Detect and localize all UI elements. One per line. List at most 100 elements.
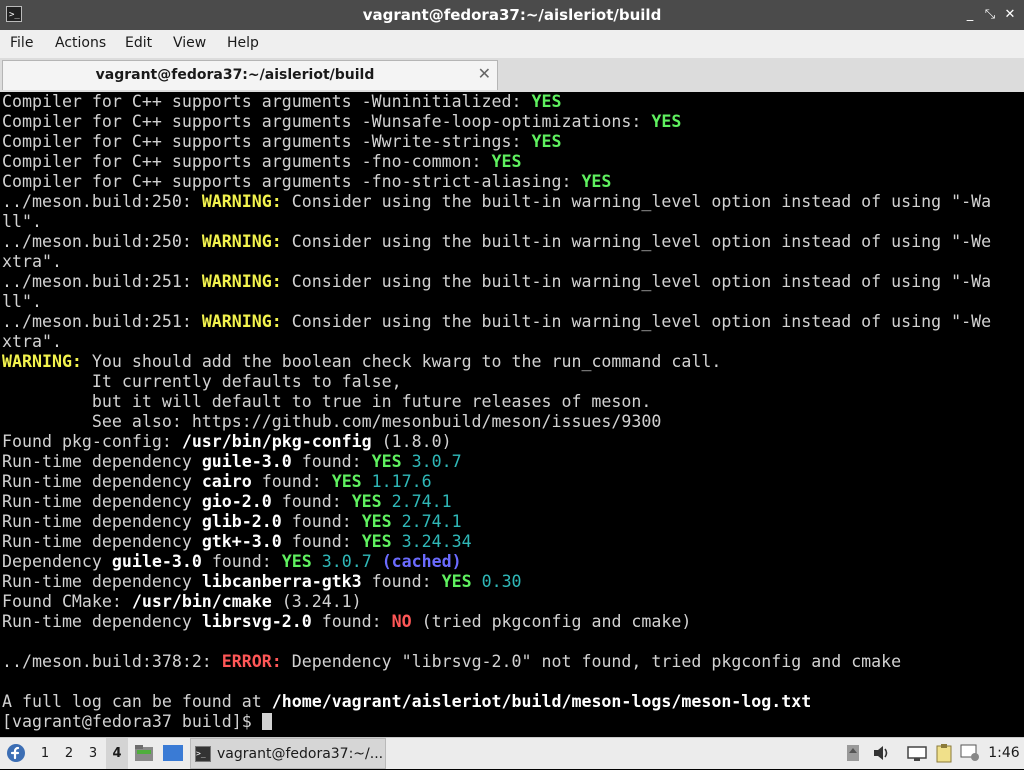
terminal-task-icon: >_ [195,746,211,762]
terminal-text: found: [271,492,352,511]
terminal-text: Consider using the built-in warning_leve… [281,232,992,251]
terminal-text: YES [331,472,362,491]
terminal-line: Compiler for C++ supports arguments -fno… [2,172,611,192]
taskbar: 1 2 3 4 >_ vagrant@fedora37:~/... 1:46 [0,737,1024,769]
minimize-button[interactable]: _ [960,5,980,25]
terminal-text: WARNING: [201,312,282,331]
terminal-text: NO [391,612,412,631]
terminal-text: WARNING: [201,192,282,211]
workspace-3[interactable]: 3 [84,738,102,769]
menu-view[interactable]: View [173,35,206,51]
maximize-button[interactable]: ⤡ [980,5,1000,25]
terminal-cursor [261,713,272,730]
terminal-text: cairo [201,472,252,491]
terminal-text: Compiler for C++ supports arguments -Wun… [2,92,532,111]
menu-file[interactable]: File [10,35,33,51]
terminal-text: found: [201,552,282,571]
terminal-text: YES [531,132,562,151]
terminal-line: ll". [2,292,42,312]
terminal-text: xtra". [2,252,62,271]
updates-icon[interactable] [846,744,860,762]
terminal-line: ../meson.build:251: WARNING: Consider us… [2,272,991,292]
terminal-text: Compiler for C++ supports arguments -Wun… [2,112,652,131]
terminal-text: /usr/bin/pkg-config [181,432,372,451]
terminal-text: It currently defaults to false, [2,372,402,391]
terminal-line: It currently defaults to false, [2,372,402,392]
terminal-line: WARNING: You should add the boolean chec… [2,352,721,372]
terminal-text: Run-time dependency [2,492,202,511]
terminal-line: ../meson.build:251: WARNING: Consider us… [2,312,991,332]
terminal-text: ll". [2,212,42,231]
terminal-text: Run-time dependency [2,572,202,591]
close-button[interactable]: ✕ [1000,5,1020,25]
terminal-text: YES [371,452,402,471]
tab-close-icon[interactable]: ✕ [478,64,491,83]
terminal-line: Run-time dependency librsvg-2.0 found: N… [2,612,691,632]
terminal-text: YES [281,552,312,571]
terminal-text: found: [311,612,392,631]
terminal-text: guile-3.0 [111,552,202,571]
terminal-text: Run-time dependency [2,612,202,631]
terminal-text: gio-2.0 [201,492,272,511]
terminal-text: Compiler for C++ supports arguments -Wwr… [2,132,532,151]
terminal-text: Dependency "librsvg-2.0" not found, trie… [281,652,902,671]
terminal-text: ll". [2,292,42,311]
terminal-text: 3.24.34 [391,532,472,551]
terminal-text: (cached) [371,552,462,571]
terminal-line: xtra". [2,252,62,272]
terminal-line: Run-time dependency gtk+-3.0 found: YES … [2,532,472,552]
taskbar-terminal-task[interactable]: >_ vagrant@fedora37:~/... [190,738,386,769]
terminal-text: A full log can be found at [2,692,272,711]
fedora-menu-icon[interactable] [6,743,26,763]
terminal-text: See also: https://github.com/mesonbuild/… [2,412,662,431]
menu-edit[interactable]: Edit [125,35,152,51]
workspace-4[interactable]: 4 [106,738,128,769]
terminal-line: Compiler for C++ supports arguments -fno… [2,152,522,172]
terminal-output[interactable]: Compiler for C++ supports arguments -Wun… [0,92,1024,737]
terminal-text: librsvg-2.0 [201,612,312,631]
terminal-text: YES [491,152,522,171]
terminal-line: Compiler for C++ supports arguments -Wun… [2,112,681,132]
terminal-text: YES [531,92,562,111]
terminal-text: WARNING: [201,232,282,251]
terminal-line: ll". [2,212,42,232]
terminal-text: ../meson.build:251: [2,312,202,331]
menu-actions[interactable]: Actions [55,35,106,51]
terminal-tab[interactable]: vagrant@fedora37:~/aisleriot/build ✕ [2,60,498,90]
menu-help[interactable]: Help [227,35,259,51]
tab-label: vagrant@fedora37:~/aisleriot/build [95,67,375,83]
terminal-text: Compiler for C++ supports arguments -fno… [2,152,492,171]
workspace-2[interactable]: 2 [60,738,78,769]
terminal-text: YES [361,512,392,531]
terminal-line: ../meson.build:378:2: ERROR: Dependency … [2,652,901,672]
terminal-text: Run-time dependency [2,532,202,551]
terminal-text: 1.17.6 [361,472,432,491]
task-label: vagrant@fedora37:~/... [217,746,384,762]
workspace-1[interactable]: 1 [36,738,54,769]
terminal-text: /usr/bin/cmake [131,592,272,611]
volume-icon[interactable] [872,744,890,762]
terminal-text: 3.0.7 [401,452,462,471]
terminal-text: 0.30 [471,572,522,591]
terminal-text: but it will default to true in future re… [2,392,652,411]
terminal-text: /home/vagrant/aisleriot/build/meson-logs… [271,692,812,711]
file-manager-icon[interactable] [134,744,154,762]
notifications-icon[interactable] [960,744,980,762]
window-title: vagrant@fedora37:~/aisleriot/build [362,6,662,24]
terminal-line: Found pkg-config: /usr/bin/pkg-config (1… [2,432,452,452]
terminal-text: (1.8.0) [371,432,452,451]
terminal-text: Consider using the built-in warning_leve… [281,272,992,291]
terminal-line: Dependency guile-3.0 found: YES 3.0.7 (c… [2,552,462,572]
terminal-text: YES [441,572,472,591]
terminal-text: [vagrant@fedora37 build]$ [2,712,262,731]
clipboard-icon[interactable] [934,743,954,763]
desktop-icon[interactable] [162,744,184,762]
terminal-line: but it will default to true in future re… [2,392,651,412]
terminal-text: 2.74.1 [381,492,452,511]
network-icon[interactable] [906,744,928,762]
terminal-line: xtra". [2,332,62,352]
tab-bar: vagrant@fedora37:~/aisleriot/build ✕ [0,58,1024,93]
terminal-text: found: [251,472,332,491]
terminal-line: See also: https://github.com/mesonbuild/… [2,412,661,432]
terminal-text: Run-time dependency [2,512,202,531]
